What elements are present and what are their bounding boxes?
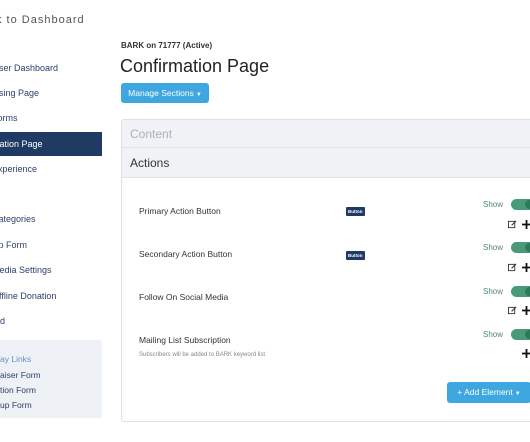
sidebar-item-offline-donation[interactable]: Offline Donation — [0, 284, 102, 308]
sidebar-item-fundraiser-dashboard[interactable]: aiser Dashboard — [0, 56, 102, 80]
actions-section-header[interactable]: Actions — [122, 148, 530, 178]
show-toggle[interactable] — [511, 329, 530, 340]
back-to-dashboard-link[interactable]: k to Dashboard — [0, 14, 85, 26]
show-label: Show — [483, 287, 504, 296]
button-badge: Button — [346, 207, 365, 216]
caret-down-icon: ▼ — [195, 92, 202, 98]
button-badge: Button — [346, 251, 365, 260]
show-label: Show — [483, 200, 504, 209]
content-section-header[interactable]: Content — [122, 120, 530, 148]
sidebar-item-experience[interactable]: Experience — [0, 157, 102, 181]
actions-section-label: Actions — [130, 156, 170, 170]
sidebar-item-label: Offline Donation — [0, 291, 57, 301]
quick-link-fundraiser-form[interactable]: aiser Form — [0, 370, 41, 380]
sidebar-item-keyword[interactable]: ord — [0, 309, 102, 333]
move-icon[interactable] — [522, 349, 530, 358]
sidebar-item-label: Media Settings — [0, 265, 52, 275]
sidebar-item-label: ord — [0, 316, 6, 326]
content-section-label: Content — [130, 127, 173, 141]
sidebar-item-confirmation-page[interactable]: mation Page — [0, 132, 102, 156]
show-toggle[interactable] — [511, 242, 530, 253]
sidebar-item-label: Up Form — [0, 240, 28, 250]
edit-icon[interactable] — [508, 306, 517, 315]
sidebar-item-categories[interactable]: Categories — [0, 207, 102, 231]
campaign-subtitle: BARK on 71777 (Active) — [121, 41, 213, 50]
add-element-label: + Add Element — [457, 387, 513, 397]
show-toggle[interactable] — [511, 199, 530, 210]
add-element-button[interactable]: + Add Element ▼ — [447, 382, 530, 403]
show-label: Show — [483, 243, 504, 252]
sidebar-item-forms[interactable]: Forms — [0, 106, 102, 130]
move-icon[interactable] — [522, 306, 530, 315]
manage-sections-button[interactable]: Manage Sections ▼ — [121, 83, 209, 103]
show-label: Show — [483, 330, 504, 339]
page-title: Confirmation Page — [120, 56, 270, 76]
quick-link-signup-form[interactable]: up Form — [0, 400, 32, 410]
sidebar-item-signup-form[interactable]: Up Form — [0, 233, 102, 257]
sidebar-item-label: Experience — [0, 164, 38, 174]
row-title-secondary-action-button: Secondary Action Button — [139, 249, 233, 259]
move-icon[interactable] — [522, 263, 530, 272]
row-title-follow-on-social-media: Follow On Social Media — [139, 292, 229, 302]
sidebar-item-label: Categories — [0, 214, 36, 224]
manage-sections-label: Manage Sections — [128, 88, 194, 98]
sidebar-item-label: aiser Dashboard — [0, 63, 59, 73]
sidebar-item-label: Forms — [0, 113, 18, 123]
row-title-mailing-list-subscription: Mailing List Subscription — [139, 335, 231, 345]
row-title-primary-action-button: Primary Action Button — [139, 206, 221, 216]
move-icon[interactable] — [522, 220, 530, 229]
edit-icon[interactable] — [508, 263, 517, 272]
content-panel: Content Actions — [121, 119, 530, 422]
quick-links-title: ay Links — [0, 354, 32, 364]
quick-link-donation-form[interactable]: tion Form — [0, 385, 36, 395]
show-toggle[interactable] — [511, 286, 530, 297]
row-subtitle: Subscribers will be added to BARK keywor… — [139, 352, 266, 358]
sidebar-item-fundraising-page[interactable]: aising Page — [0, 81, 102, 105]
sidebar-item-social-media-settings[interactable]: Media Settings — [0, 258, 102, 282]
sidebar-item-label: mation Page — [0, 139, 43, 149]
sidebar-item-label: aising Page — [0, 88, 40, 98]
caret-down-icon: ▼ — [514, 391, 521, 397]
edit-icon[interactable] — [508, 220, 517, 229]
